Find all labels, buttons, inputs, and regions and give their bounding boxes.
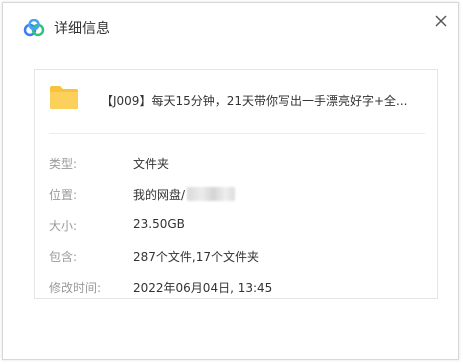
- title-bar: 详细信息: [3, 3, 458, 43]
- file-details-card: 【J009】每天15分钟，21天带你写出一手漂亮好字+全... 类型: 文件夹 …: [34, 69, 438, 299]
- detail-value-wrap: 我的网盘/: [133, 186, 236, 203]
- detail-row-size: 大小: 23.50GB: [49, 217, 425, 235]
- detail-key: 类型:: [49, 157, 78, 171]
- folder-icon: [50, 86, 78, 109]
- detail-key: 大小:: [49, 219, 78, 233]
- details-dialog: 详细信息 【J009】每天15分钟，21天带你写出一手漂亮好字+全... 类型:…: [2, 2, 459, 360]
- detail-row-modified: 修改时间: 2022年06月04日, 13:45: [49, 279, 425, 297]
- file-name: 【J009】每天15分钟，21天带你写出一手漂亮好字+全...: [101, 94, 408, 108]
- detail-value[interactable]: 我的网盘/: [133, 188, 185, 202]
- detail-key: 位置:: [49, 188, 78, 202]
- detail-row-contents: 包含: 287个文件,17个文件夹: [49, 248, 425, 266]
- baidu-netdisk-logo-icon: [23, 19, 45, 37]
- redacted-path: [187, 187, 236, 201]
- detail-row-location: 位置: 我的网盘/: [49, 186, 425, 204]
- detail-value: 2022年06月04日, 13:45: [133, 281, 273, 295]
- detail-row-type: 类型: 文件夹: [49, 155, 425, 173]
- divider: [49, 133, 425, 134]
- detail-value: 23.50GB: [133, 217, 185, 231]
- detail-value: 287个文件,17个文件夹: [133, 250, 259, 264]
- close-icon[interactable]: [431, 11, 451, 31]
- detail-key: 修改时间:: [49, 281, 102, 295]
- detail-key: 包含:: [49, 250, 78, 264]
- detail-value: 文件夹: [133, 157, 170, 171]
- dialog-title: 详细信息: [54, 21, 110, 37]
